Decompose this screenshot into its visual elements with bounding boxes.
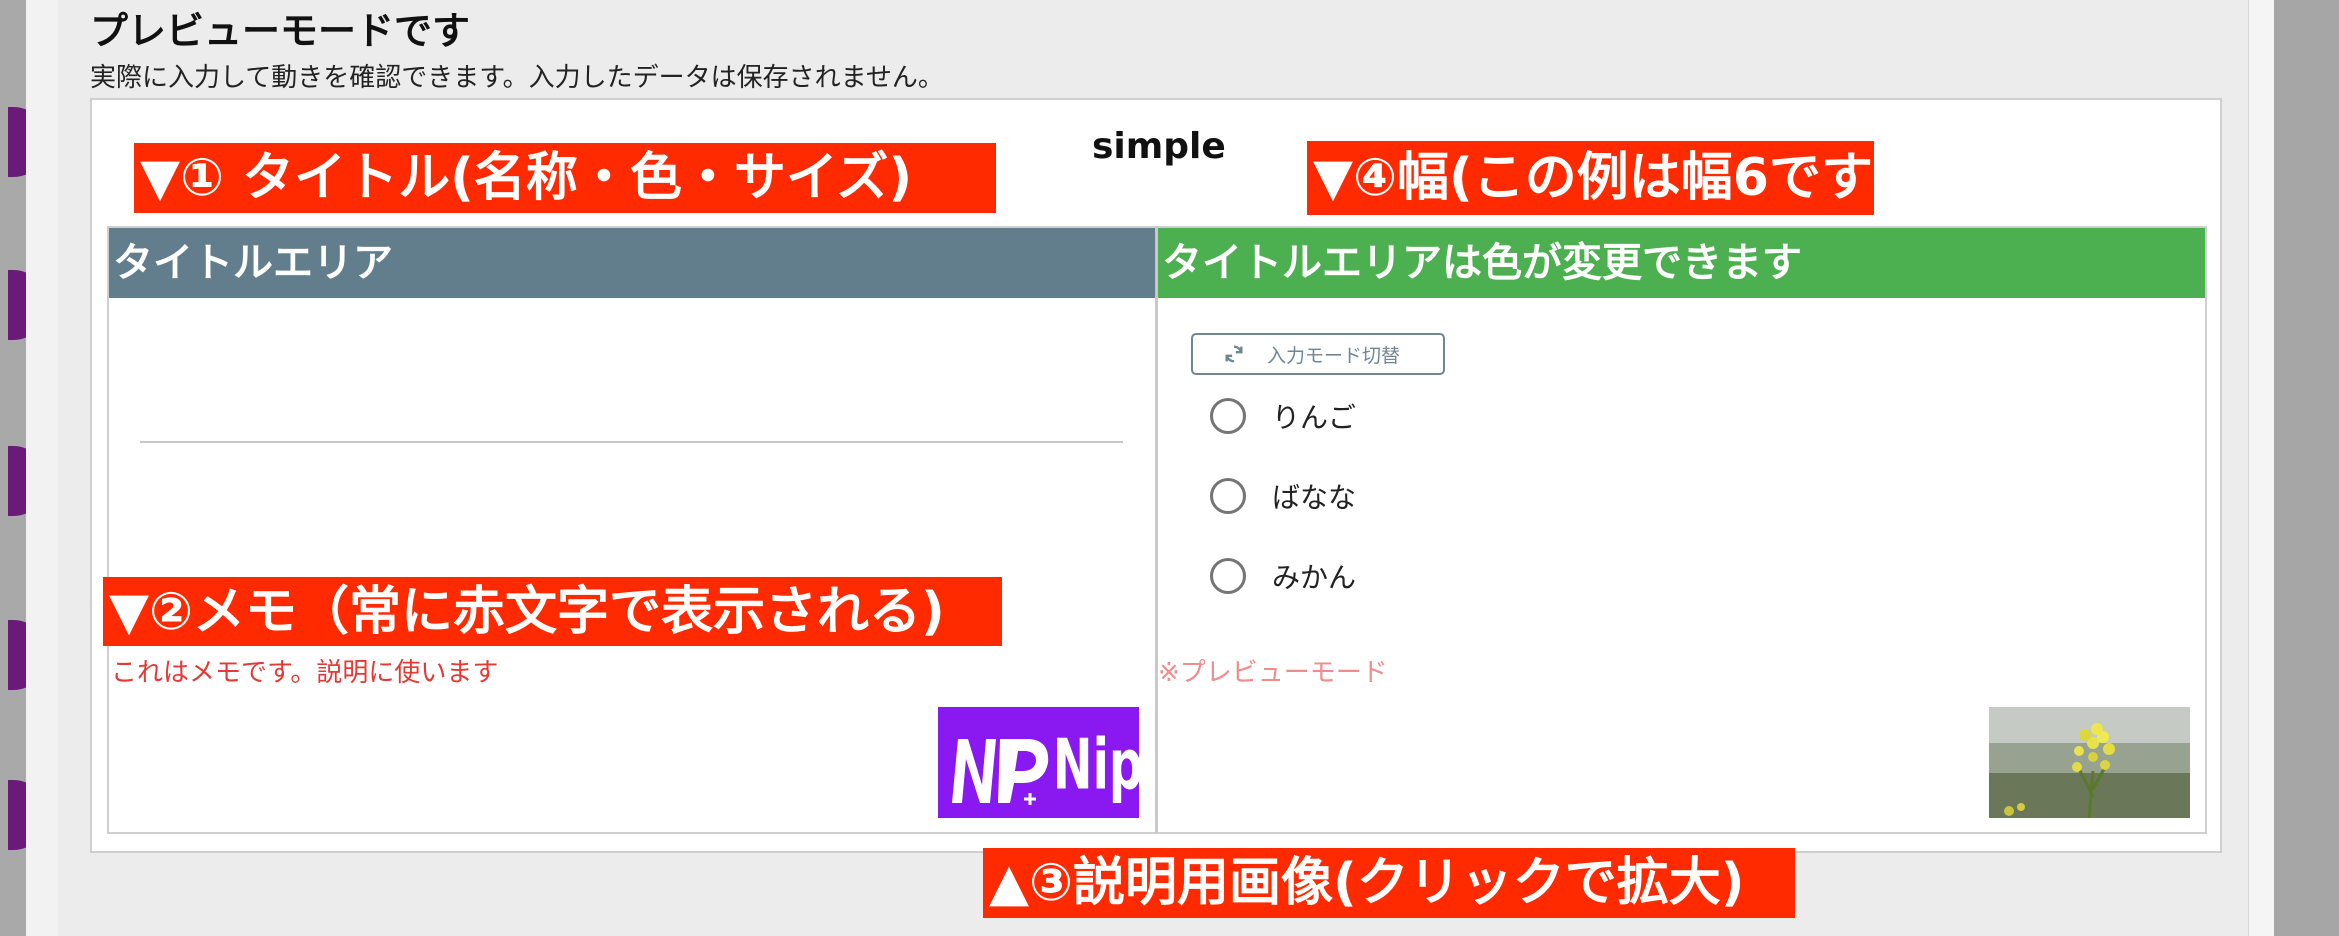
refresh-icon — [1225, 345, 1243, 363]
input-mode-switch-button[interactable]: 入力モード切替 — [1191, 333, 1445, 375]
form-name: simple — [1092, 126, 1226, 167]
right-cell-title: タイトルエリアは色が変更できます — [1158, 228, 2205, 298]
radio-option[interactable]: りんご — [1210, 396, 1356, 436]
left-scroll-strip — [26, 0, 58, 936]
radio-option[interactable]: みかん — [1210, 556, 1356, 596]
explanation-image-photo[interactable] — [1989, 707, 2190, 818]
memo-text: これはメモです。説明に使います — [111, 658, 499, 688]
flower-photo — [1989, 707, 2190, 818]
radio-button[interactable] — [1210, 398, 1246, 434]
page-title: プレビューモードです — [90, 9, 471, 53]
radio-option[interactable]: ばなな — [1210, 476, 1356, 516]
annotation-image: ▲③説明用画像(クリックで拡大) — [983, 848, 1795, 918]
annotation-memo: ▼②メモ（常に赤文字で表示される) — [103, 577, 1002, 646]
horizontal-rule — [140, 441, 1123, 443]
radio-label: みかん — [1272, 561, 1357, 594]
radio-label: りんご — [1272, 401, 1357, 434]
explanation-image-logo[interactable]: Nipo — [938, 707, 1176, 818]
panel-scrollbar[interactable] — [2248, 0, 2276, 936]
cell-divider — [1155, 226, 1158, 834]
switch-button-label: 入力モード切替 — [1267, 344, 1401, 367]
svg-text:Nipo: Nipo — [1053, 726, 1139, 807]
preview-mode-note: ※プレビューモード — [1158, 658, 1388, 688]
radio-label: ばなな — [1272, 481, 1357, 514]
radio-button[interactable] — [1210, 558, 1246, 594]
radio-button[interactable] — [1210, 478, 1246, 514]
nipo-logo: Nipo — [952, 726, 1176, 807]
backdrop-edge — [2274, 0, 2339, 936]
left-cell-title: タイトルエリア — [109, 228, 1155, 298]
annotation-title: ▼① タイトル(名称・色・サイズ) — [134, 143, 996, 213]
page-subtitle: 実際に入力して動きを確認できます。入力したデータは保存されません。 — [90, 63, 944, 93]
annotation-width: ▼④幅(この例は幅6です) — [1307, 141, 1897, 215]
